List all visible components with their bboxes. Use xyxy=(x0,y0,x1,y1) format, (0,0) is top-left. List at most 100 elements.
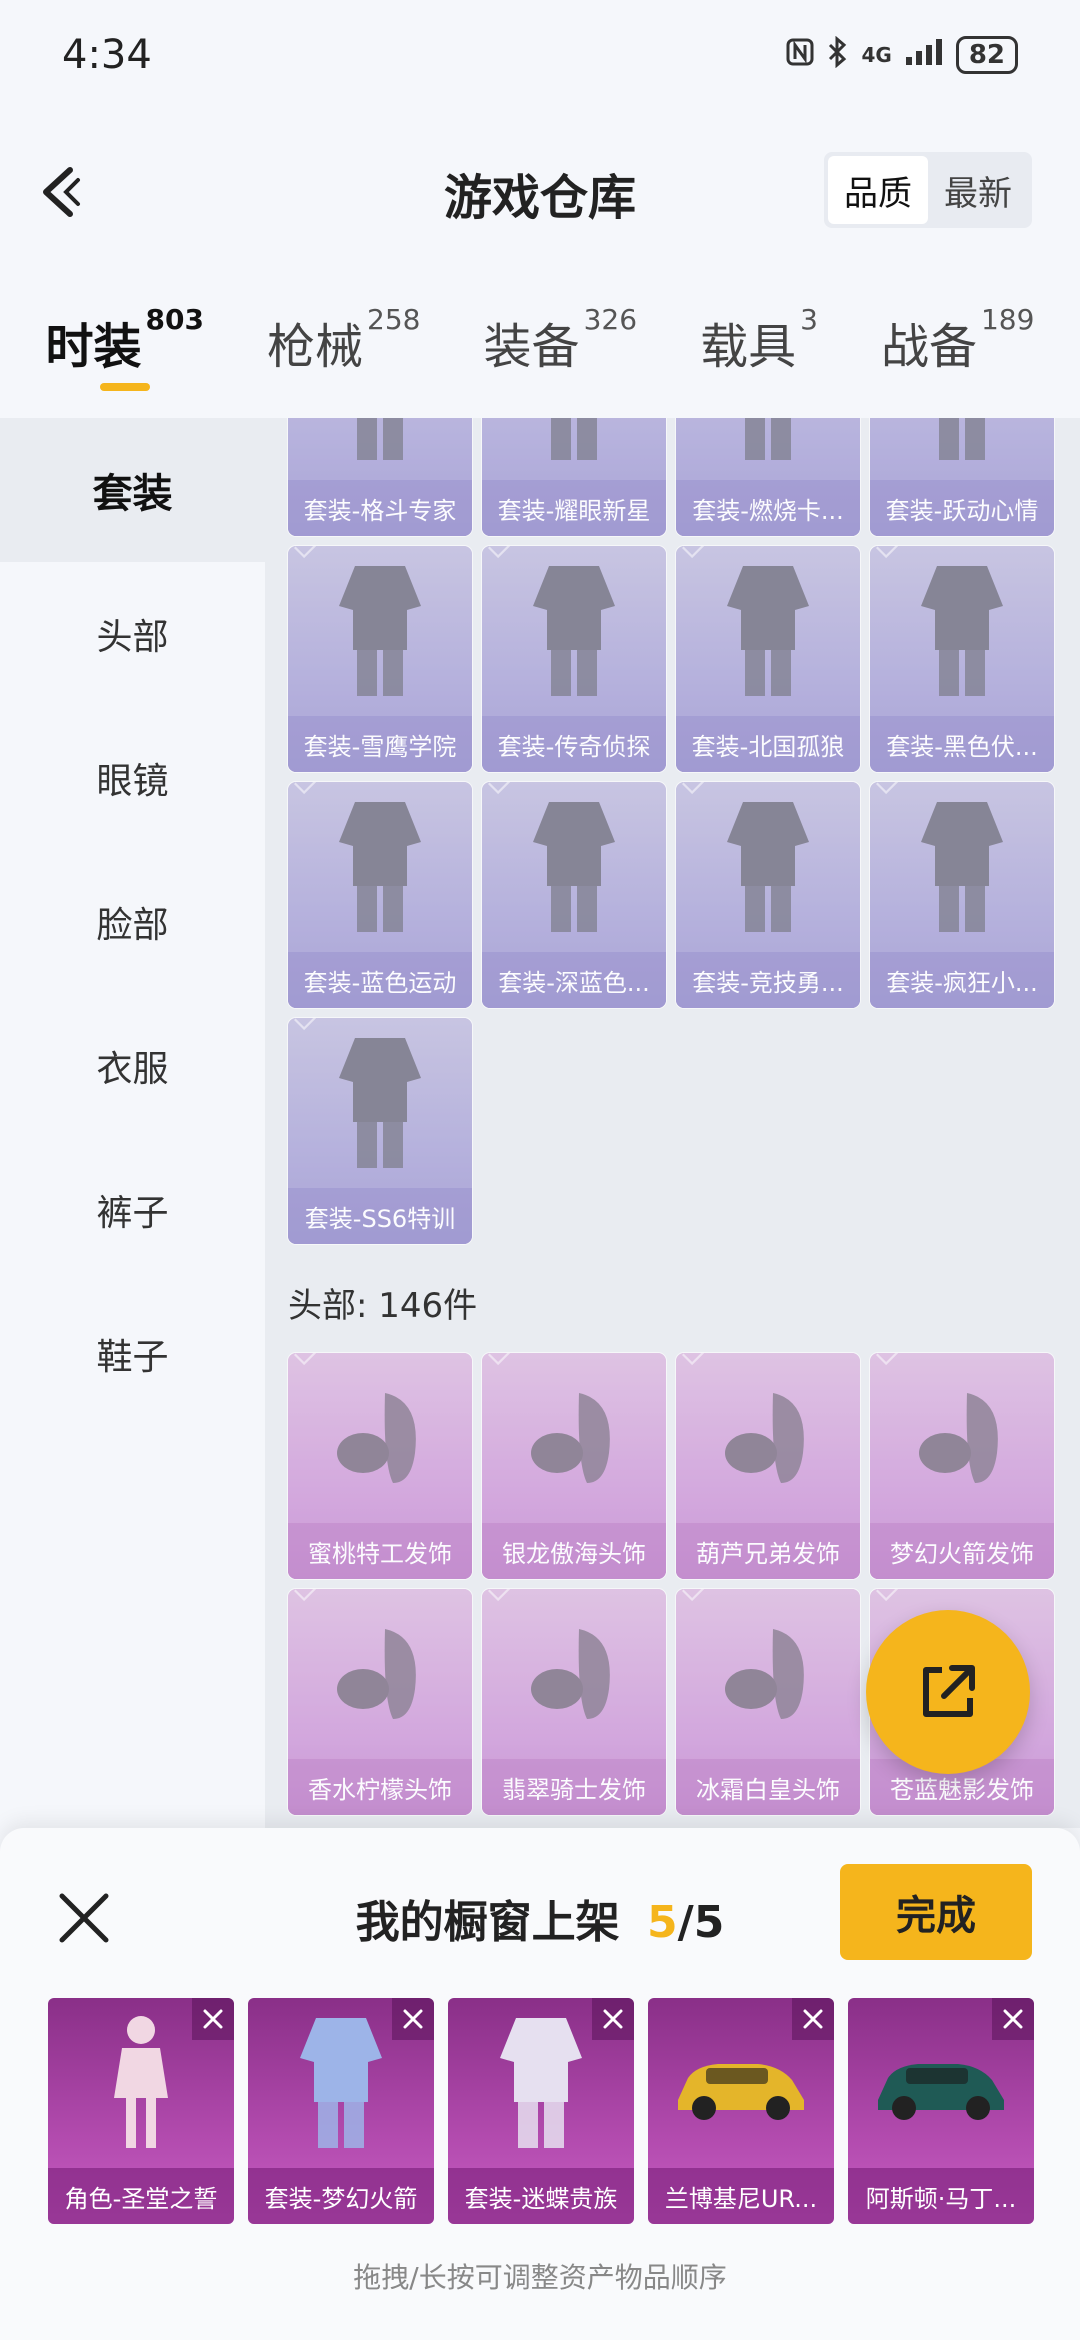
item-label: 套装-格斗专家 xyxy=(288,480,472,536)
item-card[interactable]: 套装-蓝色运动 xyxy=(288,782,472,1008)
showcase-count-total: 5 xyxy=(693,1897,725,1948)
bluetooth-icon xyxy=(827,35,849,75)
tab-vehicles[interactable]: 载具 3 xyxy=(700,295,818,405)
showcase-item-label: 兰博基尼UR... xyxy=(648,2168,834,2224)
checkmark-icon xyxy=(294,1589,320,1602)
tab-equipment[interactable]: 装备 326 xyxy=(484,295,637,405)
sidebar-item-pants[interactable]: 裤子 xyxy=(0,1138,265,1282)
item-card[interactable]: 蜜桃特工发饰 xyxy=(288,1353,472,1579)
remove-item-button[interactable] xyxy=(392,1998,434,2040)
close-icon xyxy=(1003,2009,1023,2029)
outfit-icon xyxy=(288,418,472,480)
item-card[interactable]: 冰霜白皇头饰 xyxy=(676,1589,860,1815)
hair-icon xyxy=(676,1353,860,1523)
item-card[interactable]: 套装-深蓝色... xyxy=(482,782,666,1008)
outfit-icon xyxy=(676,546,860,716)
remove-item-button[interactable] xyxy=(992,1998,1034,2040)
showcase-item-label: 套装-梦幻火箭 xyxy=(248,2168,434,2224)
tab-count: 258 xyxy=(367,303,421,336)
sidebar-item-face[interactable]: 脸部 xyxy=(0,850,265,994)
close-icon xyxy=(403,2009,423,2029)
showcase-item[interactable]: 套装-迷蝶贵族 xyxy=(448,1998,634,2224)
showcase-item[interactable]: 套装-梦幻火箭 xyxy=(248,1998,434,2224)
tab-count: 189 xyxy=(980,303,1035,336)
item-label: 套装-竞技勇... xyxy=(676,952,860,1008)
item-card[interactable]: 套装-传奇侦探 xyxy=(482,546,666,772)
tab-supplies[interactable]: 战备 189 xyxy=(881,295,1034,405)
outfit-icon xyxy=(288,1018,472,1188)
share-button[interactable] xyxy=(866,1610,1030,1774)
sort-option-latest[interactable]: 最新 xyxy=(928,156,1028,224)
sidebar-item-clothes[interactable]: 衣服 xyxy=(0,994,265,1138)
network-label: 4G xyxy=(861,43,892,67)
checkmark-icon xyxy=(488,546,514,559)
item-label: 套装-燃烧卡... xyxy=(676,480,860,536)
checkmark-icon xyxy=(876,1353,902,1366)
item-label: 银龙傲海头饰 xyxy=(482,1523,666,1579)
showcase-item-label: 阿斯顿·马丁... xyxy=(848,2168,1034,2224)
headwear-icon xyxy=(482,1353,666,1523)
close-icon xyxy=(603,2009,623,2029)
header: 游戏仓库 品质 最新 xyxy=(0,130,1080,250)
status-time: 4:34 xyxy=(62,32,152,78)
checkmark-icon xyxy=(294,1018,320,1031)
item-card[interactable]: 银龙傲海头饰 xyxy=(482,1353,666,1579)
showcase-title-text: 我的橱窗上架 xyxy=(355,1897,620,1948)
showcase-item[interactable]: 角色-圣堂之誓 xyxy=(48,1998,234,2224)
sidebar-item-glasses[interactable]: 眼镜 xyxy=(0,706,265,850)
item-card[interactable]: 套装-竞技勇... xyxy=(676,782,860,1008)
battery-icon: 82 xyxy=(955,36,1018,74)
item-card[interactable]: 梦幻火箭发饰 xyxy=(870,1353,1054,1579)
sidebar-item-shoes[interactable]: 鞋子 xyxy=(0,1282,265,1426)
item-card[interactable]: 套装-SS6特训 xyxy=(288,1018,472,1244)
nfc-icon xyxy=(785,37,815,74)
section-title-head: 头部: 146件 xyxy=(288,1286,478,1326)
status-bar: 4:34 4G 82 xyxy=(0,0,1080,110)
showcase-count-current: 5 xyxy=(647,1897,678,1948)
tab-label: 载具 xyxy=(700,319,797,375)
tab-label: 装备 xyxy=(483,319,580,375)
item-card[interactable]: 套装-格斗专家 xyxy=(288,418,472,536)
item-card[interactable]: 套装-北国孤狼 xyxy=(676,546,860,772)
checkmark-icon xyxy=(294,546,320,559)
tab-active-indicator xyxy=(99,383,150,391)
item-label: 套装-深蓝色... xyxy=(482,952,666,1008)
item-label: 套装-疯狂小... xyxy=(870,952,1054,1008)
remove-item-button[interactable] xyxy=(192,1998,234,2040)
remove-item-button[interactable] xyxy=(792,1998,834,2040)
item-card[interactable]: 套装-黑色伏... xyxy=(870,546,1054,772)
item-card[interactable]: 套装-耀眼新星 xyxy=(482,418,666,536)
tab-guns[interactable]: 枪械 258 xyxy=(267,295,420,405)
share-icon xyxy=(923,1665,975,1717)
item-card[interactable]: 葫芦兄弟发饰 xyxy=(676,1353,860,1579)
checkmark-icon xyxy=(876,546,902,559)
done-button[interactable]: 完成 xyxy=(840,1864,1032,1960)
item-label: 香水柠檬头饰 xyxy=(288,1759,472,1815)
sort-option-quality[interactable]: 品质 xyxy=(828,156,928,224)
item-card[interactable]: 套装-疯狂小... xyxy=(870,782,1054,1008)
showcase-item[interactable]: 兰博基尼UR... xyxy=(648,1998,834,2224)
sidebar-item-suit[interactable]: 套装 xyxy=(0,418,265,562)
showcase-item[interactable]: 阿斯顿·马丁... xyxy=(848,1998,1034,2224)
item-label: 翡翠骑士发饰 xyxy=(482,1759,666,1815)
item-card[interactable]: 套装-雪鹰学院 xyxy=(288,546,472,772)
suit-grid: 套装-格斗专家 套装-耀眼新星 套装-燃烧卡... 套装-跃动心情 套装-雪鹰学院 套装-… xyxy=(288,418,1054,1244)
item-card[interactable]: 套装-跃动心情 xyxy=(870,418,1054,536)
item-label: 套装-雪鹰学院 xyxy=(288,716,472,772)
app-root: 4:34 4G 82 游戏仓库 品质 最新 时装 803 枪械 258 装备 3… xyxy=(0,0,1080,2340)
outfit-icon xyxy=(482,546,666,716)
hair-icon xyxy=(870,1353,1054,1523)
showcase-count-separator: / xyxy=(677,1897,694,1948)
sidebar-item-head[interactable]: 头部 xyxy=(0,562,265,706)
item-card[interactable]: 套装-燃烧卡... xyxy=(676,418,860,536)
tab-count: 3 xyxy=(800,303,818,336)
showcase-shelf: 角色-圣堂之誓 套装-梦幻火箭 套装-迷蝶贵族 兰博基尼UR... 阿斯顿·马丁... xyxy=(48,1998,1034,2224)
sidebar: 套装 头部 眼镜 脸部 衣服 裤子 鞋子 xyxy=(0,418,265,1828)
tab-fashion[interactable]: 时装 803 xyxy=(46,295,204,405)
showcase-item-label: 角色-圣堂之誓 xyxy=(48,2168,234,2224)
item-card[interactable]: 香水柠檬头饰 xyxy=(288,1589,472,1815)
remove-item-button[interactable] xyxy=(592,1998,634,2040)
tab-label: 时装 xyxy=(45,319,142,375)
item-card[interactable]: 翡翠骑士发饰 xyxy=(482,1589,666,1815)
showcase-item-label: 套装-迷蝶贵族 xyxy=(448,2168,634,2224)
